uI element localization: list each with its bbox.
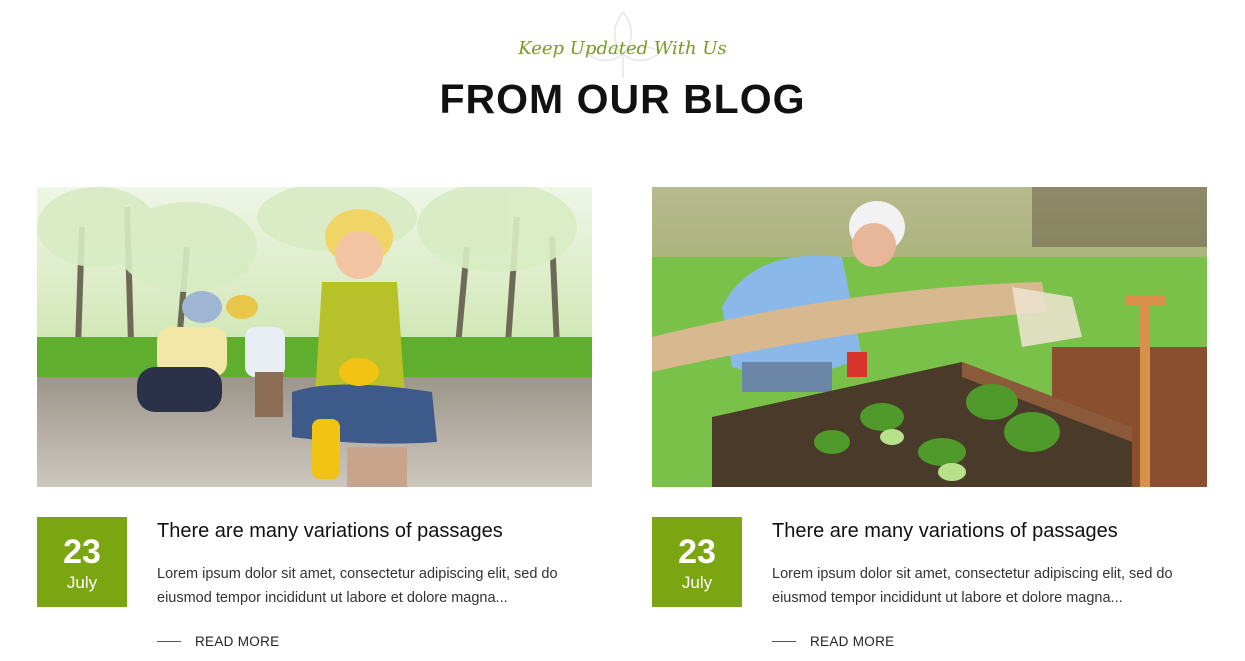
blog-post-card: 23 July There are many variations of pas… bbox=[652, 187, 1208, 661]
read-more-label: READ MORE bbox=[195, 633, 280, 649]
blog-post-image[interactable] bbox=[652, 187, 1207, 487]
post-date-day: 23 bbox=[63, 533, 101, 571]
post-title-link[interactable]: There are many variations of passages bbox=[772, 520, 1202, 543]
read-more-link[interactable]: READ MORE bbox=[772, 631, 894, 651]
read-more-link[interactable]: READ MORE bbox=[157, 631, 279, 651]
post-date-day: 23 bbox=[678, 533, 716, 571]
post-date-badge: 23 July bbox=[37, 517, 127, 607]
read-more-dash bbox=[772, 640, 796, 642]
blog-section-header: Keep Updated With Us FROM OUR BLOG bbox=[0, 0, 1245, 140]
section-subtitle: Keep Updated With Us bbox=[518, 38, 727, 59]
post-date-month: July bbox=[66, 573, 98, 592]
read-more-label: READ MORE bbox=[810, 633, 895, 649]
post-excerpt: Lorem ipsum dolor sit amet, consectetur … bbox=[772, 566, 1173, 606]
read-more-dash bbox=[157, 640, 181, 642]
post-date-month: July bbox=[681, 573, 713, 592]
blog-post-card: 23 July There are many variations of pas… bbox=[37, 187, 593, 661]
post-title-link[interactable]: There are many variations of passages bbox=[157, 520, 587, 543]
post-date-badge: 23 July bbox=[652, 517, 742, 607]
post-excerpt: Lorem ipsum dolor sit amet, consectetur … bbox=[157, 566, 558, 606]
section-title: FROM OUR BLOG bbox=[439, 76, 806, 122]
blog-post-image[interactable] bbox=[37, 187, 592, 487]
